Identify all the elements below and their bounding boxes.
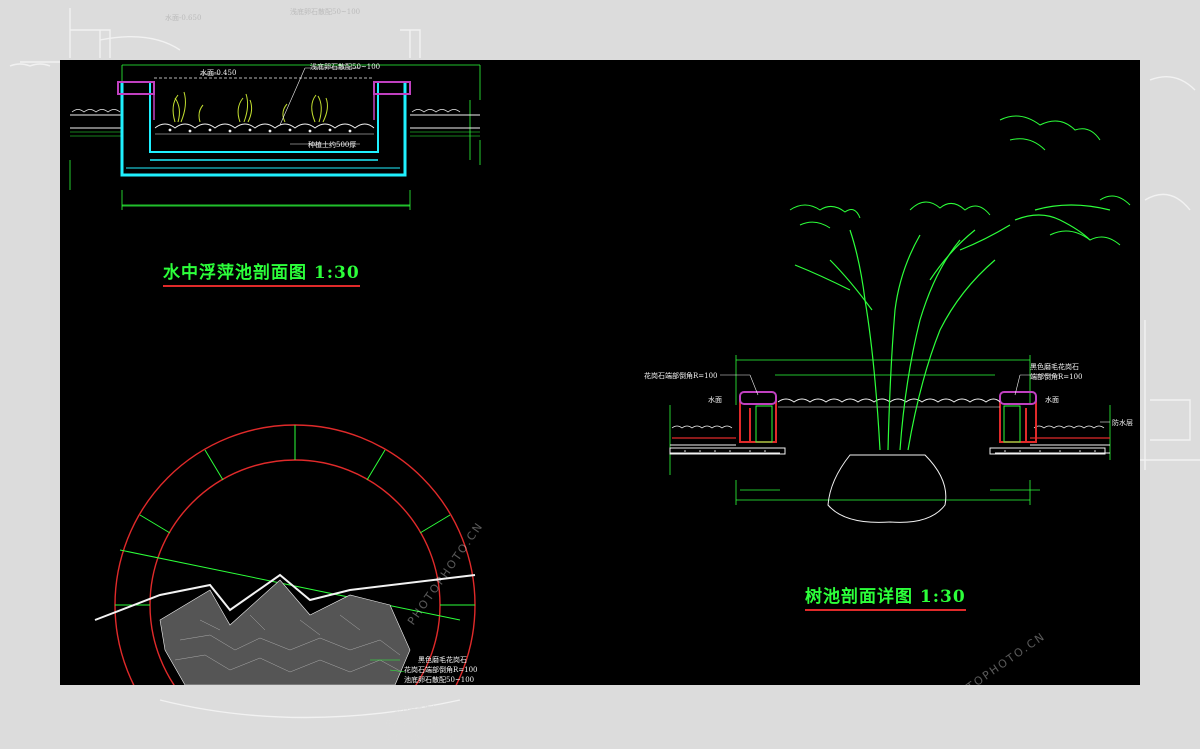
tree-waterproof-label: 防水层 <box>1112 419 1133 427</box>
bg-label-top-water: 水面-0.650 <box>165 14 202 22</box>
pool-section-drawing <box>69 64 481 210</box>
circle-label-3: 池底卵石散配50~100 <box>404 676 475 684</box>
pool-water-level-label: 水面-0.450 <box>200 69 237 77</box>
tree-water-left-label: 水面 <box>708 396 722 404</box>
tree-water-right-label: 水面 <box>1045 396 1059 404</box>
tree-pit-section-drawing <box>669 115 1131 523</box>
circle-label-2: 花岗石端部倒角R=100 <box>404 666 478 674</box>
tree-pit-section-title: 树池剖面详图 1:30 <box>805 582 966 611</box>
pool-section-title: 水中浮萍池剖面图 1:30 <box>163 258 360 287</box>
circle-label-1: 黑色磨毛花岗石 <box>418 656 467 664</box>
cad-drawing-svg <box>69 64 1131 685</box>
tree-granite-right-label-2: 端部倒角R=100 <box>1030 373 1083 381</box>
tree-granite-left-label: 花岗石端部倒角R=100 <box>644 372 718 380</box>
pool-soil-label: 种植土约500厚 <box>308 141 357 149</box>
bg-label-bottom-3: 池底卵石散配50~100 <box>385 733 456 741</box>
bg-label-bottom-2: 花岗石端部倒角R=100 <box>385 719 459 727</box>
bg-label-bottom-1: 黑色磨毛花岗石 <box>395 705 444 713</box>
pool-pebbles-label: 浅底卵石散配50~100 <box>310 63 381 71</box>
circle-plan-drawing <box>94 424 476 685</box>
bg-label-top-pebbles: 浅底卵石散配50~100 <box>290 8 361 16</box>
cad-canvas: 水面-0.450 浅底卵石散配50~100 种植土约500厚 水中浮萍池剖面图 … <box>60 60 1140 685</box>
tree-granite-right-label-1: 黑色磨毛花岗石 <box>1030 363 1079 371</box>
